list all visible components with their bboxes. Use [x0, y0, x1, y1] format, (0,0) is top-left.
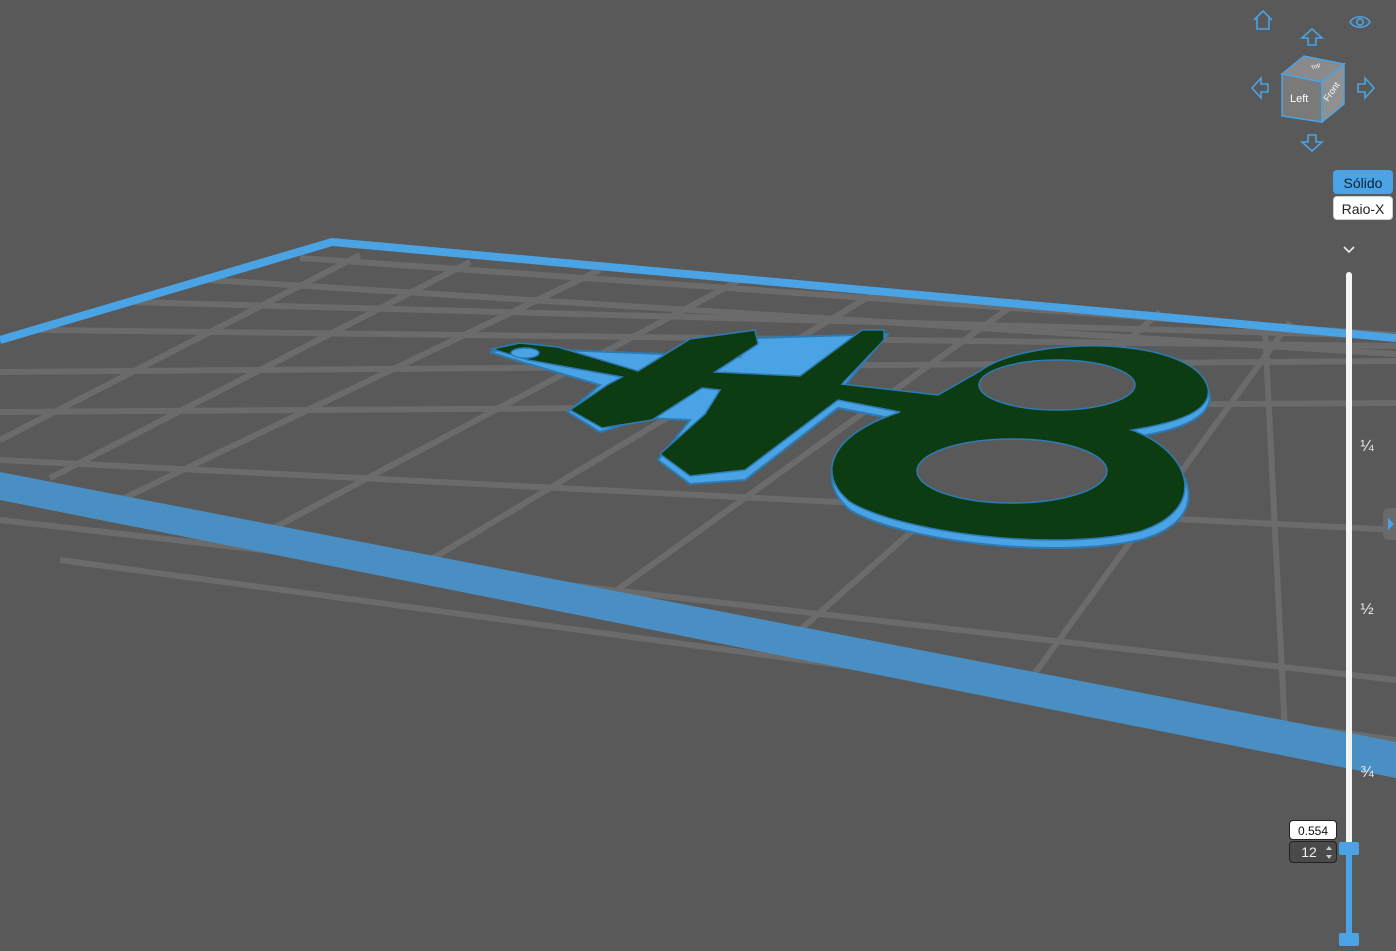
slider-tick-quarter: ¼	[1360, 438, 1374, 455]
print-bed-border	[0, 237, 1396, 778]
layer-slider-top-handle[interactable]	[1339, 842, 1359, 855]
spin-down-button[interactable]	[1325, 853, 1333, 861]
arrow-left-icon	[1250, 76, 1269, 100]
slider-tick-half: ½	[1360, 601, 1374, 618]
triangle-down-icon	[1326, 855, 1332, 859]
layer-slider-range	[1346, 848, 1352, 942]
rotate-right-button[interactable]	[1353, 76, 1377, 100]
view-cube-front-label: Left	[1290, 93, 1308, 105]
solid-mode-button[interactable]: Sólido	[1333, 170, 1393, 194]
view-cube[interactable]: Top Left Front	[1278, 52, 1348, 126]
eye-icon	[1349, 15, 1371, 29]
spin-up-button[interactable]	[1325, 844, 1333, 852]
slider-collapse-button[interactable]	[1340, 242, 1358, 258]
arrow-right-icon	[1357, 76, 1376, 100]
visibility-toggle-button[interactable]	[1348, 10, 1372, 34]
rotate-down-button[interactable]	[1300, 130, 1324, 154]
side-panel-toggle[interactable]	[1383, 508, 1396, 540]
arrow-up-icon	[1300, 27, 1324, 46]
layer-slider-bottom-handle[interactable]	[1339, 933, 1359, 946]
3d-model[interactable]	[489, 329, 1212, 550]
rotate-up-button[interactable]	[1300, 26, 1324, 50]
layer-height-value: 0.554	[1289, 820, 1337, 840]
home-icon	[1253, 9, 1273, 30]
slider-tick-three-quarters: ¾	[1360, 764, 1374, 781]
rotate-left-button[interactable]	[1249, 76, 1273, 100]
chevron-down-icon	[1343, 246, 1355, 254]
layer-number-spinner[interactable]	[1289, 841, 1337, 863]
xray-mode-button[interactable]: Raio-X	[1333, 196, 1393, 220]
chevron-right-icon	[1388, 518, 1394, 530]
home-view-button[interactable]	[1251, 8, 1275, 32]
layer-number-input[interactable]	[1292, 843, 1326, 861]
arrow-down-icon	[1300, 134, 1324, 153]
triangle-up-icon	[1326, 846, 1332, 850]
3d-viewport[interactable]	[0, 0, 1396, 951]
